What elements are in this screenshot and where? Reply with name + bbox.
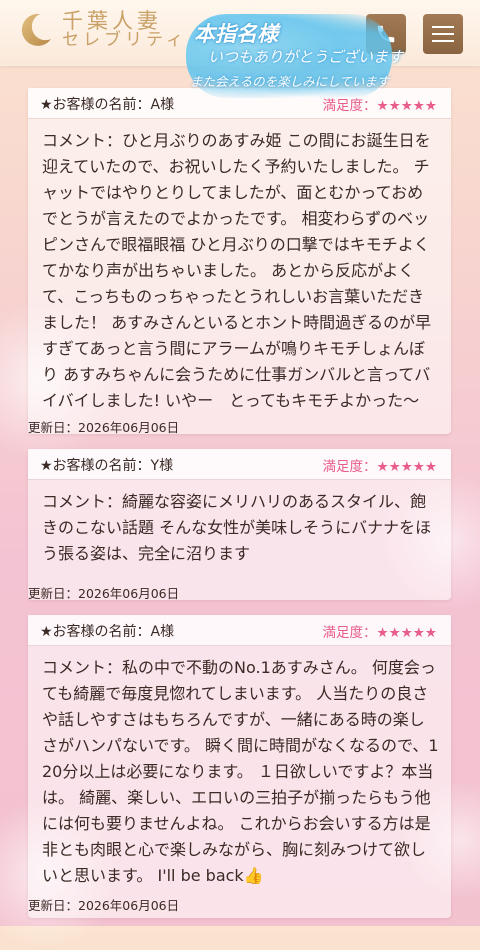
satisfaction-rating: 満足度：★★★★★ <box>322 625 437 641</box>
regular-customer-banner: 本指名様 いつもありがとうございます また会えるのを楽しみにしています <box>186 14 403 98</box>
banner-thanks: いつもありがとうございます <box>208 48 404 66</box>
updated-date: 更新日：2026年06月06日 <box>28 586 180 601</box>
updated-date: 更新日：2026年06月06日 <box>28 420 180 435</box>
star-rating-icon: ★★★★★ <box>376 625 437 641</box>
review-card: ★お客様の名前：A様 満足度：★★★★★ コメント：私の中で不動のNo.1あすみ… <box>28 615 451 918</box>
star-rating-icon: ★★★★★ <box>376 98 437 114</box>
review-comment: コメント：私の中で不動のNo.1あすみさん。 何度会っても綺麗で毎度見惚れてしま… <box>42 658 439 885</box>
banner-message: また会えるのを楽しみにしています <box>190 74 390 89</box>
banner-title: 本指名様 <box>194 21 278 46</box>
review-card: ★お客様の名前：A様 満足度：★★★★★ コメント：ひと月ぶりのあすみ姫 この間… <box>28 88 451 434</box>
customer-name: ★お客様の名前：A様 <box>40 624 175 640</box>
logo-subtitle: セレブリティ <box>62 30 187 51</box>
customer-name: ★お客様の名前：Y様 <box>40 458 174 474</box>
logo-title: 千葉人妻 <box>62 9 162 33</box>
review-comment: コメント：綺麗な容姿にメリハリのあるスタイル、飽きのこない話題 そんな女性が美味… <box>42 492 432 563</box>
review-comment: コメント：ひと月ぶりのあすみ姫 この間にお誕生日を迎えていたので、お祝いしたく予… <box>42 131 432 410</box>
crescent-moon-icon <box>16 11 54 49</box>
satisfaction-rating: 満足度：★★★★★ <box>322 459 437 475</box>
menu-button[interactable] <box>423 14 463 54</box>
site-logo[interactable]: 千葉人妻 セレブリティ <box>16 10 187 50</box>
review-header: ★お客様の名前：A様 満足度：★★★★★ <box>28 615 451 646</box>
customer-name: ★お客様の名前：A様 <box>40 97 175 113</box>
review-header: ★お客様の名前：Y様 満足度：★★★★★ <box>28 449 451 480</box>
review-card: ★お客様の名前：Y様 満足度：★★★★★ コメント：綺麗な容姿にメリハリのあるス… <box>28 449 451 600</box>
hamburger-icon <box>432 21 454 47</box>
updated-date: 更新日：2026年06月06日 <box>28 898 180 913</box>
star-rating-icon: ★★★★★ <box>376 459 437 475</box>
